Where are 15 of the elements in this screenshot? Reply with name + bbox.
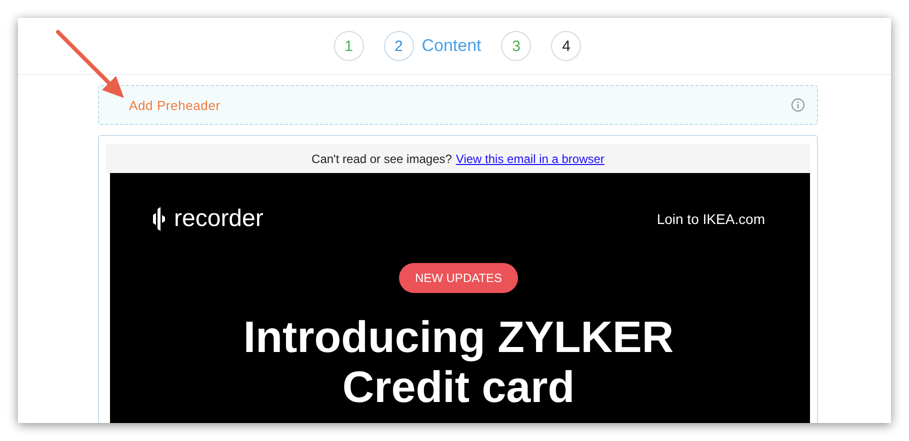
headline: Introducing ZYLKER Credit card (243, 313, 674, 413)
step-number[interactable]: 2 (384, 31, 414, 61)
step-number[interactable]: 1 (334, 31, 364, 61)
preheader-field[interactable]: Add Preheader (98, 85, 818, 125)
step-label: Content (422, 36, 482, 56)
notice-text: Can't read or see images? (312, 152, 452, 166)
brand-name: recorder (174, 205, 264, 233)
login-link[interactable]: Loin to IKEA.com (656, 211, 765, 227)
preheader-label: Add Preheader (129, 98, 220, 112)
step-number[interactable]: 4 (551, 31, 582, 61)
browser-link[interactable]: View this email in a browser (456, 152, 604, 166)
info-icon[interactable] (791, 98, 805, 112)
updates-badge: NEW UPDATES (398, 263, 518, 293)
step-number[interactable]: 3 (501, 31, 532, 61)
logo-icon (152, 207, 166, 231)
